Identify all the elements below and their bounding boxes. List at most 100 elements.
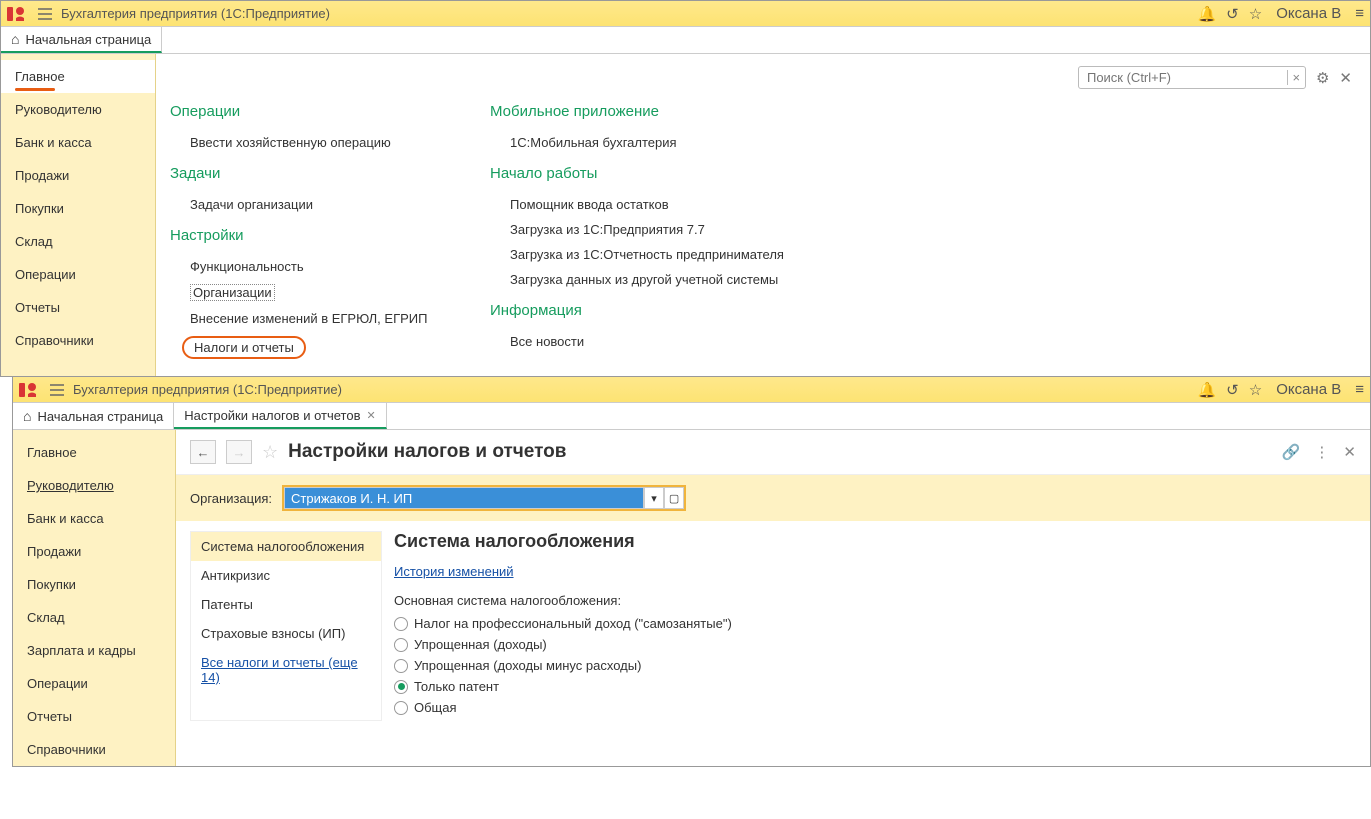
main-menu-icon-2[interactable] [49, 383, 65, 397]
content-panel-2: ← → ☆ Настройки налогов и отчетов 🔗 ⋮ ✕ … [176, 430, 1370, 766]
organization-label: Организация: [190, 491, 272, 506]
link-taxes-reports[interactable]: Налоги и отчеты [170, 331, 450, 364]
tab-home-label: Начальная страница [25, 32, 151, 47]
section-tasks-title[interactable]: Задачи [170, 165, 450, 182]
nav2-stock[interactable]: Склад [13, 601, 175, 634]
nav-reports[interactable]: Отчеты [1, 291, 155, 324]
section-start-title[interactable]: Начало работы [490, 165, 784, 182]
nav2-reports[interactable]: Отчеты [13, 700, 175, 733]
nav2-sales[interactable]: Продажи [13, 535, 175, 568]
nav-purchase[interactable]: Покупки [1, 192, 155, 225]
nav-bank[interactable]: Банк и касса [1, 126, 155, 159]
user-label: Оксана В [1276, 5, 1341, 22]
tab-home-2[interactable]: ⌂ Начальная страница [13, 403, 174, 429]
link-all-news[interactable]: Все новости [490, 329, 784, 354]
settings-nav-insurance[interactable]: Страховые взносы (ИП) [191, 619, 381, 648]
close-panel-icon[interactable]: ✕ [1339, 69, 1352, 87]
radio-general[interactable]: Общая [394, 700, 1356, 715]
section-operations-title[interactable]: Операции [170, 103, 450, 120]
content-header: ← → ☆ Настройки налогов и отчетов 🔗 ⋮ ✕ [176, 430, 1370, 475]
tab-home[interactable]: ⌂ Начальная страница [1, 27, 162, 53]
col-left: Операции Ввести хозяйственную операцию З… [170, 93, 450, 364]
history-icon-2[interactable]: ↺ [1226, 381, 1239, 399]
link-taxes-reports-label: Налоги и отчеты [182, 336, 306, 359]
nav2-main[interactable]: Главное [13, 436, 175, 469]
tab-tax-settings[interactable]: Настройки налогов и отчетов ✕ [174, 403, 386, 429]
organization-bar: Организация: ▾ ▢ [176, 475, 1370, 521]
search-clear-icon[interactable]: × [1287, 70, 1305, 85]
nav-sales[interactable]: Продажи [1, 159, 155, 192]
panel-menu-icon[interactable]: ≡ [1355, 5, 1364, 22]
section-info-title[interactable]: Информация [490, 302, 784, 319]
organization-input[interactable] [284, 487, 644, 509]
close-panel-icon-2[interactable]: ✕ [1343, 443, 1356, 461]
link-start-load77[interactable]: Загрузка из 1С:Предприятия 7.7 [490, 217, 784, 242]
search-input[interactable] [1079, 70, 1287, 85]
link-start-assist[interactable]: Помощник ввода остатков [490, 192, 784, 217]
link-tasks-org[interactable]: Задачи организации [170, 192, 450, 217]
main-menu-icon[interactable] [37, 7, 53, 21]
link-icon[interactable]: 🔗 [1282, 443, 1301, 461]
link-vvesti-operation[interactable]: Ввести хозяйственную операцию [170, 130, 450, 155]
columns: Операции Ввести хозяйственную операцию З… [170, 93, 1352, 364]
tab-close-icon[interactable]: ✕ [366, 409, 375, 422]
radio-simplified-income-label: Упрощенная (доходы) [414, 637, 547, 652]
nav2-manager[interactable]: Руководителю [13, 469, 175, 502]
star-icon-2[interactable]: ☆ [1249, 381, 1262, 399]
gear-icon[interactable]: ⚙ [1316, 69, 1329, 87]
nav-main[interactable]: Главное [1, 60, 155, 93]
link-start-other[interactable]: Загрузка данных из другой учетной систем… [490, 267, 784, 292]
nav2-bank[interactable]: Банк и касса [13, 502, 175, 535]
radio-self-employed[interactable]: Налог на профессиональный доход ("самоза… [394, 616, 1356, 631]
window-title: Бухгалтерия предприятия (1С:Предприятие) [61, 6, 1197, 21]
link-egrul[interactable]: Внесение изменений в ЕГРЮЛ, ЕГРИП [170, 306, 450, 331]
link-start-report[interactable]: Загрузка из 1С:Отчетность предпринимател… [490, 242, 784, 267]
link-functionality[interactable]: Функциональность [170, 254, 450, 279]
more-icon[interactable]: ⋮ [1314, 443, 1329, 461]
radio-only-patent-label: Только патент [414, 679, 499, 694]
nav2-dicts[interactable]: Справочники [13, 733, 175, 766]
section-heading: Система налогообложения [394, 531, 1356, 552]
main-system-label: Основная система налогообложения: [394, 593, 1356, 608]
content-panel: × ⚙ ✕ Операции Ввести хозяйственную опер… [156, 54, 1370, 376]
nav2-ops[interactable]: Операции [13, 667, 175, 700]
nav-ops[interactable]: Операции [1, 258, 155, 291]
settings-nav-patents[interactable]: Патенты [191, 590, 381, 619]
nav-stock[interactable]: Склад [1, 225, 155, 258]
link-organizations[interactable]: Организации [170, 279, 450, 306]
link-mobile-bukh[interactable]: 1С:Мобильная бухгалтерия [490, 130, 784, 155]
forward-button[interactable]: → [226, 440, 252, 464]
history-link[interactable]: История изменений [394, 564, 514, 579]
bell-icon[interactable]: 🔔 [1197, 5, 1216, 23]
search-box[interactable]: × [1078, 66, 1306, 89]
nav-manager[interactable]: Руководителю [1, 93, 155, 126]
settings-nav-all-link[interactable]: Все налоги и отчеты (еще 14) [191, 648, 381, 692]
favorite-star-icon[interactable]: ☆ [262, 442, 278, 463]
radio-only-patent[interactable]: Только патент [394, 679, 1356, 694]
user-label-2: Оксана В [1276, 381, 1341, 398]
radio-simplified-income[interactable]: Упрощенная (доходы) [394, 637, 1356, 652]
bell-icon-2[interactable]: 🔔 [1197, 381, 1216, 399]
history-icon[interactable]: ↺ [1226, 5, 1239, 23]
dropdown-icon[interactable]: ▾ [644, 487, 664, 509]
settings-main: Система налогообложения История изменени… [394, 531, 1356, 721]
nav2-payroll[interactable]: Зарплата и кадры [13, 634, 175, 667]
radio-simplified-expenses[interactable]: Упрощенная (доходы минус расходы) [394, 658, 1356, 673]
nav-dicts[interactable]: Справочники [1, 324, 155, 357]
section-settings-title[interactable]: Настройки [170, 227, 450, 244]
title-bar-2: Бухгалтерия предприятия (1С:Предприятие)… [13, 377, 1370, 403]
organization-field[interactable]: ▾ ▢ [282, 485, 686, 511]
panel-menu-icon-2[interactable]: ≡ [1355, 381, 1364, 398]
radio-icon [394, 701, 408, 715]
body-2: Главное Руководителю Банк и касса Продаж… [13, 430, 1370, 766]
section-mobile-title[interactable]: Мобильное приложение [490, 103, 784, 120]
tabs-row: ⌂ Начальная страница [1, 27, 1370, 54]
back-button[interactable]: ← [190, 440, 216, 464]
nav2-purchase[interactable]: Покупки [13, 568, 175, 601]
link-organizations-label: Организации [190, 284, 275, 301]
radio-self-employed-label: Налог на профессиональный доход ("самоза… [414, 616, 732, 631]
settings-nav-system[interactable]: Система налогообложения [191, 532, 381, 561]
settings-nav-crisis[interactable]: Антикризис [191, 561, 381, 590]
open-ext-icon[interactable]: ▢ [664, 487, 684, 509]
star-icon[interactable]: ☆ [1249, 5, 1262, 23]
